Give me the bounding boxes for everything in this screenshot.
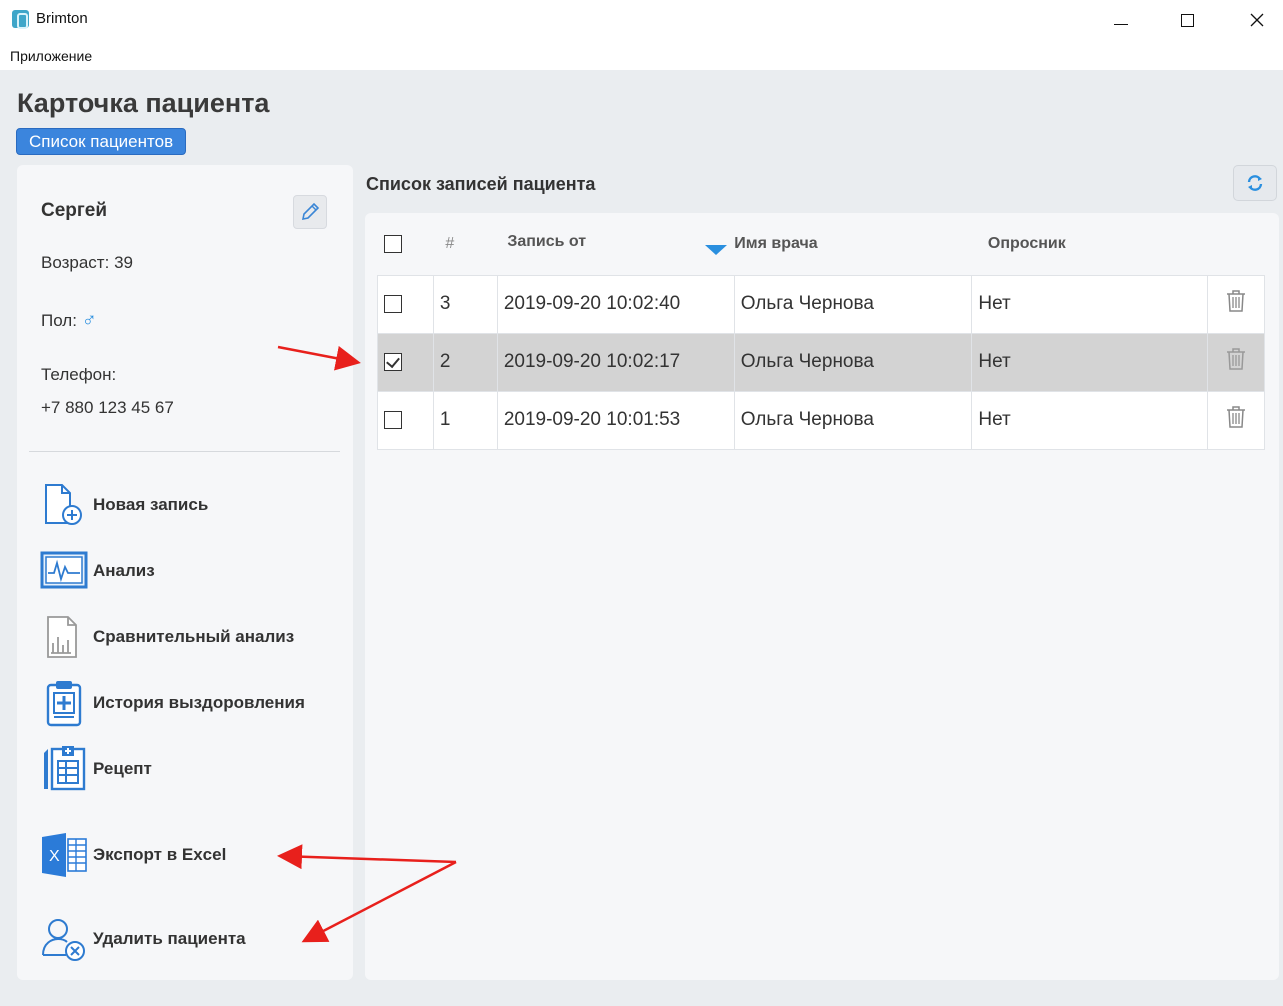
column-date-label: Запись от — [507, 232, 587, 250]
row-select-cell — [377, 390, 434, 450]
column-doctor[interactable]: Имя врача — [734, 213, 972, 275]
title-bar: Brimton — [0, 0, 1283, 40]
patient-gender: Пол: ♂ — [41, 309, 97, 332]
refresh-icon — [1247, 175, 1263, 191]
app-logo-icon — [12, 10, 29, 29]
row-select-cell — [377, 332, 434, 392]
table-row-selected[interactable]: 2 2019-09-20 10:02:17 Ольга Чернова Нет — [377, 332, 1265, 392]
patient-name: Сергей — [41, 200, 108, 221]
prescription-icon — [39, 745, 89, 793]
records-panel: # Запись от Имя врача Опросник 3 2019-09… — [365, 213, 1279, 980]
trash-icon[interactable] — [1225, 289, 1247, 313]
age-label: Возраст: — [41, 253, 110, 272]
row-num: 1 — [432, 390, 498, 450]
row-select-cell — [377, 274, 434, 334]
row-doctor: Ольга Чернова — [733, 390, 973, 450]
row-date: 2019-09-20 10:01:53 — [496, 390, 735, 450]
phone-label: Телефон: — [41, 365, 117, 384]
maximize-icon — [1180, 13, 1194, 27]
row-doctor: Ольга Чернова — [733, 332, 973, 392]
phone-value: +7 880 123 45 67 — [41, 398, 174, 417]
recovery-history-button[interactable]: История выздоровления — [39, 679, 305, 727]
analysis-label: Анализ — [93, 561, 155, 580]
edit-patient-button[interactable] — [293, 195, 327, 229]
close-icon — [1250, 13, 1264, 27]
svg-text:X: X — [49, 848, 60, 865]
column-actions — [1208, 213, 1265, 275]
export-excel-label: Экспорт в Excel — [93, 845, 227, 864]
analysis-button[interactable]: Анализ — [39, 547, 155, 595]
table-row[interactable]: 1 2019-09-20 10:01:53 Ольга Чернова Нет — [377, 390, 1265, 450]
prescription-button[interactable]: Рецепт — [39, 745, 152, 793]
row-delete-cell — [1207, 274, 1265, 334]
male-icon: ♂ — [81, 309, 97, 331]
pencil-icon — [301, 202, 320, 221]
minimize-icon — [1114, 23, 1128, 25]
menu-bar: Приложение — [0, 40, 1283, 70]
minimize-button[interactable] — [1098, 4, 1144, 36]
column-date[interactable]: Запись от — [497, 213, 734, 275]
recovery-history-label: История выздоровления — [93, 693, 305, 712]
comparative-analysis-icon — [39, 613, 89, 661]
row-num: 2 — [432, 332, 498, 392]
recovery-history-icon — [39, 679, 89, 727]
new-record-button[interactable]: Новая запись — [39, 481, 208, 529]
refresh-button[interactable] — [1233, 165, 1277, 201]
page-title: Карточка пациента — [17, 88, 270, 118]
trash-icon[interactable] — [1225, 347, 1247, 371]
window-title: Brimton — [36, 10, 88, 27]
excel-icon: X — [39, 831, 89, 879]
row-survey: Нет — [971, 274, 1209, 334]
comparative-analysis-button[interactable]: Сравнительный анализ — [39, 613, 294, 661]
records-table: # Запись от Имя врача Опросник 3 2019-09… — [377, 213, 1265, 450]
row-checkbox[interactable] — [384, 410, 402, 429]
menu-item-application[interactable]: Приложение — [10, 48, 92, 64]
analysis-icon — [39, 547, 89, 595]
new-record-label: Новая запись — [93, 495, 209, 514]
gender-label: Пол: — [41, 311, 77, 330]
row-date: 2019-09-20 10:02:17 — [496, 332, 735, 392]
sort-desc-icon — [705, 244, 728, 255]
delete-patient-label: Удалить пациента — [93, 929, 246, 948]
maximize-button[interactable] — [1164, 4, 1210, 36]
row-delete-cell — [1207, 390, 1265, 450]
select-all-checkbox[interactable] — [383, 234, 402, 253]
divider — [29, 451, 340, 452]
prescription-label: Рецепт — [93, 759, 152, 778]
row-checkbox[interactable] — [384, 294, 402, 313]
column-survey[interactable]: Опросник — [972, 213, 1208, 275]
records-list-title: Список записей пациента — [366, 174, 596, 194]
select-all-cell — [378, 213, 434, 275]
row-doctor: Ольга Чернова — [733, 274, 973, 334]
row-checkbox-checked[interactable] — [384, 352, 402, 371]
column-num[interactable]: # — [433, 213, 497, 275]
patient-age: Возраст: 39 — [41, 253, 133, 273]
row-survey: Нет — [971, 332, 1209, 392]
patient-list-button[interactable]: Список пациентов — [16, 128, 187, 155]
export-excel-button[interactable]: X Экспорт в Excel — [39, 831, 226, 879]
delete-patient-button[interactable]: Удалить пациента — [39, 915, 246, 963]
table-row[interactable]: 3 2019-09-20 10:02:40 Ольга Чернова Нет — [377, 274, 1265, 334]
close-button[interactable] — [1234, 4, 1280, 36]
main-content: Карточка пациента Список пациентов Серге… — [0, 70, 1283, 1006]
comparative-analysis-label: Сравнительный анализ — [93, 627, 295, 646]
new-record-icon — [39, 481, 89, 529]
delete-patient-icon — [39, 915, 89, 963]
row-survey: Нет — [971, 390, 1209, 450]
patient-info-panel: Сергей Возраст: 39 Пол: ♂ Телефон: +7 88… — [17, 165, 353, 980]
row-delete-cell — [1207, 332, 1265, 392]
trash-icon[interactable] — [1225, 405, 1247, 429]
age-value: 39 — [114, 253, 133, 272]
row-num: 3 — [432, 274, 498, 334]
table-header: # Запись от Имя врача Опросник — [378, 213, 1265, 275]
row-date: 2019-09-20 10:02:40 — [496, 274, 735, 334]
